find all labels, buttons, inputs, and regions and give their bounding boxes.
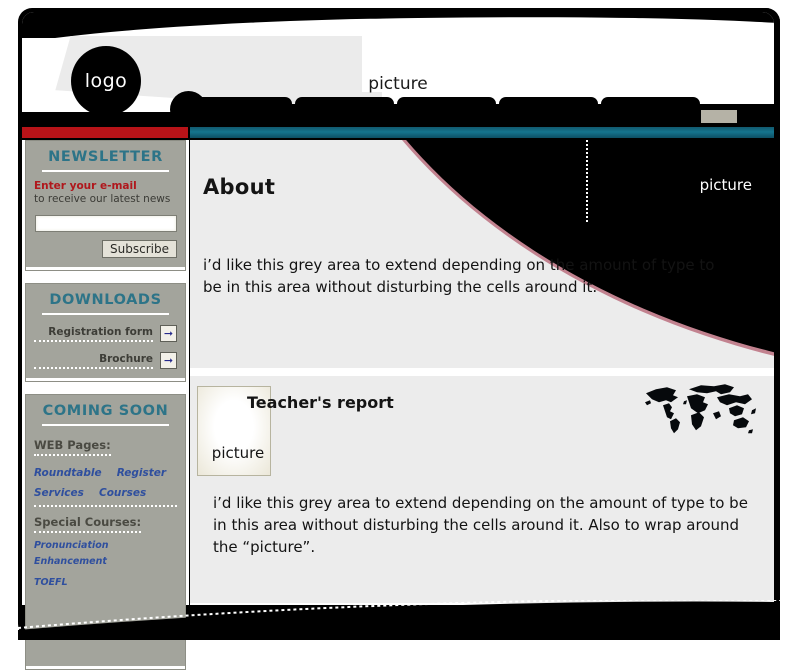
nav-tab-list bbox=[180, 97, 700, 124]
special-courses-heading: Special Courses: bbox=[34, 515, 142, 533]
page-root: logo picture NEWSLETTER Enter your e-mai… bbox=[0, 0, 799, 670]
newsletter-divider bbox=[42, 170, 169, 172]
coming-soon-special-courses-group: Special Courses: Pronunciation Enhanceme… bbox=[34, 511, 177, 591]
nav-tab-3[interactable] bbox=[397, 97, 496, 124]
download-item-registration-form[interactable]: Registration form ➞ bbox=[34, 325, 177, 342]
world-map-icon bbox=[645, 384, 756, 434]
decorative-dotted-divider bbox=[586, 140, 588, 222]
newsletter-email-input[interactable] bbox=[35, 215, 177, 232]
about-title: About bbox=[203, 175, 276, 199]
footer-curve-svg bbox=[18, 600, 780, 640]
report-picture-label: picture bbox=[211, 444, 265, 462]
coming-soon-web-pages-group: WEB Pages: Roundtable Register Services … bbox=[34, 434, 177, 507]
link-services[interactable]: Services bbox=[34, 485, 84, 501]
download-label-registration-form: Registration form bbox=[34, 326, 153, 342]
arrow-right-icon[interactable]: ➞ bbox=[160, 352, 177, 369]
nav-tab-5[interactable] bbox=[601, 97, 700, 124]
coming-soon-title: COMING SOON bbox=[42, 403, 169, 419]
downloads-title: DOWNLOADS bbox=[49, 292, 162, 308]
content-accent-bar bbox=[190, 127, 774, 138]
report-card: picture Teacher's report i’d like this g… bbox=[190, 376, 774, 603]
sidebar-accent-bar bbox=[22, 127, 188, 138]
report-body-text: i’d like this grey area to extend depend… bbox=[213, 494, 748, 556]
nav-tab-1[interactable] bbox=[180, 97, 292, 124]
newsletter-button-row: Subscribe bbox=[34, 240, 177, 258]
sidebar: NEWSLETTER Enter your e-mail to receive … bbox=[22, 140, 189, 670]
download-item-brochure[interactable]: Brochure ➞ bbox=[34, 352, 177, 369]
newsletter-title: NEWSLETTER bbox=[48, 149, 163, 165]
subscribe-button[interactable]: Subscribe bbox=[102, 240, 177, 258]
web-pages-heading: WEB Pages: bbox=[34, 438, 111, 456]
link-toefl[interactable]: TOEFL bbox=[34, 575, 68, 591]
nav-tab-4[interactable] bbox=[499, 97, 598, 124]
coming-soon-divider bbox=[42, 424, 169, 426]
link-courses[interactable]: Courses bbox=[99, 485, 146, 501]
main-content: About picture i’d like this grey area to… bbox=[190, 140, 774, 605]
header-picture-label: picture bbox=[368, 74, 428, 94]
newsletter-panel: NEWSLETTER Enter your e-mail to receive … bbox=[25, 140, 186, 271]
main-navigation bbox=[160, 91, 737, 128]
header-picture-placeholder: picture bbox=[22, 74, 774, 94]
newsletter-prompt-line1: Enter your e-mail bbox=[34, 180, 137, 192]
about-picture-label: picture bbox=[699, 176, 752, 194]
web-pages-link-list: Roundtable Register Services Courses bbox=[34, 461, 177, 507]
nav-grey-end-cap bbox=[701, 110, 737, 123]
about-body-text: i’d like this grey area to extend depend… bbox=[203, 256, 715, 296]
nav-tab-2[interactable] bbox=[295, 97, 394, 124]
downloads-panel: DOWNLOADS Registration form ➞ Brochure ➞ bbox=[25, 283, 186, 382]
link-roundtable[interactable]: Roundtable bbox=[34, 465, 102, 481]
footer-decorative-curve bbox=[18, 600, 780, 640]
link-register[interactable]: Register bbox=[117, 465, 166, 481]
special-courses-link-list: Pronunciation Enhancement TOEFL bbox=[34, 538, 177, 591]
arrow-right-icon[interactable]: ➞ bbox=[160, 325, 177, 342]
newsletter-prompt-line2: to receive our latest news bbox=[34, 193, 171, 205]
about-card: About picture i’d like this grey area to… bbox=[190, 140, 774, 368]
link-pronunciation-enhancement[interactable]: Pronunciation Enhancement bbox=[34, 538, 167, 570]
report-title: Teacher's report bbox=[247, 393, 394, 412]
download-label-brochure: Brochure bbox=[34, 353, 153, 369]
downloads-divider bbox=[42, 313, 169, 315]
